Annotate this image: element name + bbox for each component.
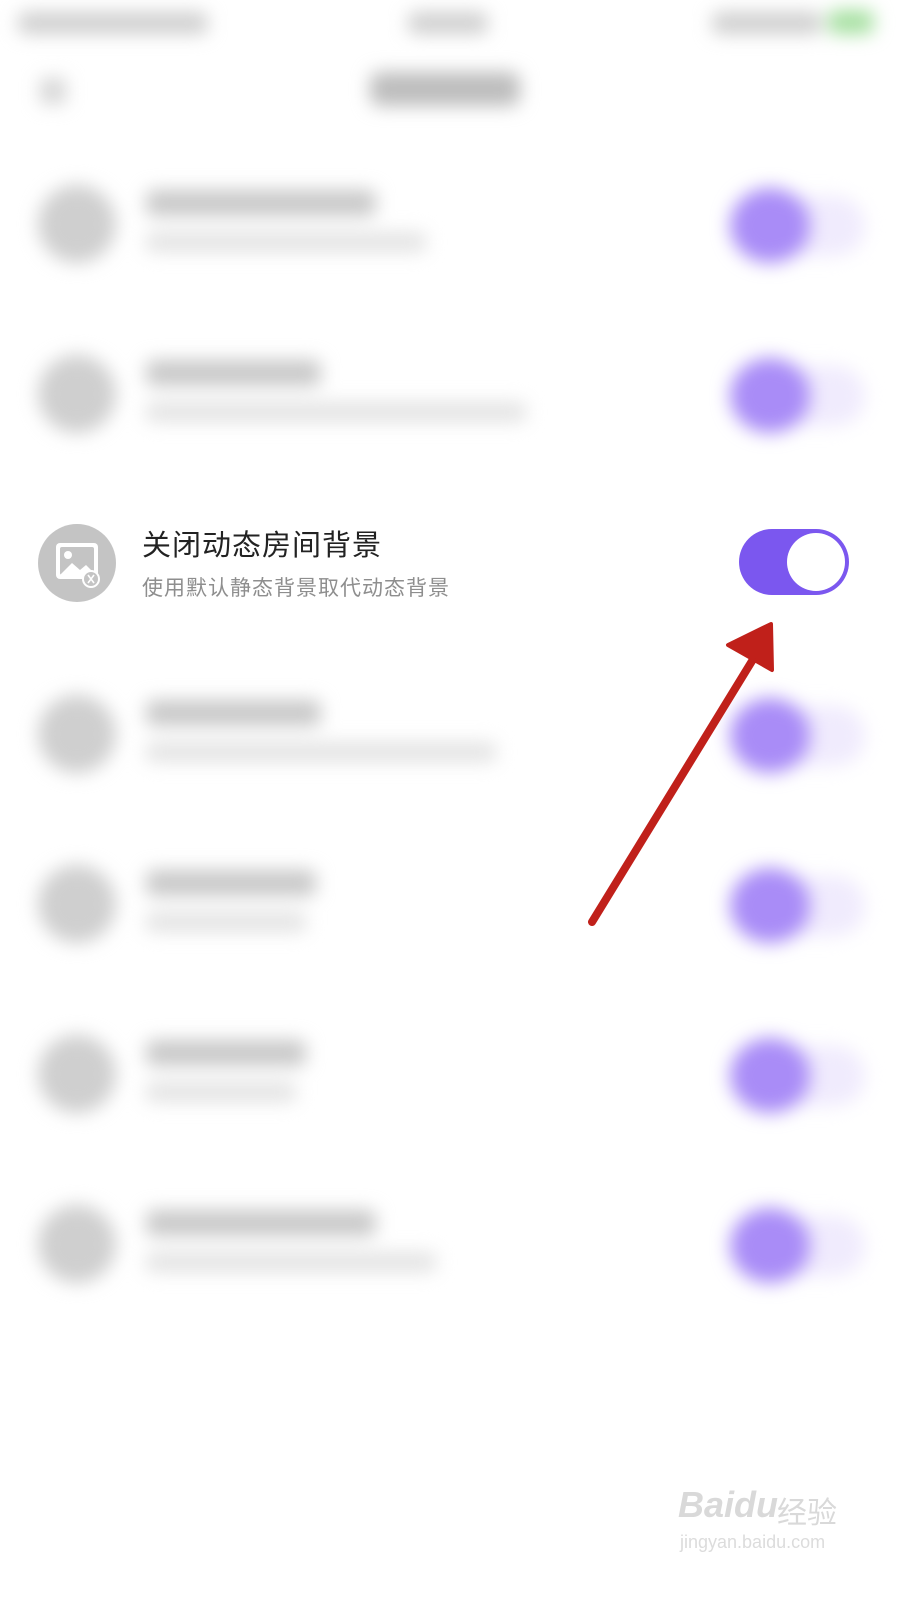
row-icon <box>38 185 116 263</box>
watermark-brand-cn: 经验 <box>777 1496 837 1531</box>
list-item[interactable] <box>0 1180 900 1310</box>
row-subtitle <box>146 232 426 252</box>
status-bar-time <box>408 12 488 34</box>
page-title <box>370 72 520 106</box>
toggle-switch[interactable] <box>730 358 810 433</box>
toggle-switch[interactable] <box>730 1208 810 1283</box>
toggle-switch[interactable] <box>730 868 810 943</box>
battery-icon <box>828 10 874 34</box>
row-subtitle <box>146 1082 296 1102</box>
toggle-switch[interactable] <box>730 698 810 773</box>
back-arrow-icon[interactable] <box>40 78 66 104</box>
watermark: Baidu 经验 jingyan.baidu.com <box>672 1470 872 1580</box>
row-title <box>146 870 316 896</box>
toggle-knob <box>787 533 845 591</box>
list-item[interactable] <box>0 670 900 800</box>
list-item[interactable] <box>0 160 900 290</box>
row-title <box>146 700 321 726</box>
list-item[interactable] <box>0 840 900 970</box>
list-item[interactable] <box>0 330 900 460</box>
row-icon <box>38 1205 116 1283</box>
setting-title: 关闭动态房间背景 <box>142 528 383 562</box>
toggle-switch[interactable] <box>730 188 810 263</box>
setting-row-dynamic-background[interactable]: 关闭动态房间背景 使用默认静态背景取代动态背景 <box>0 498 900 633</box>
status-bar-carrier <box>18 12 208 34</box>
status-bar-indicators <box>712 12 822 34</box>
row-icon <box>38 1035 116 1113</box>
row-icon <box>38 695 116 773</box>
row-subtitle <box>146 742 496 762</box>
watermark-brand: Baidu <box>678 1484 779 1525</box>
row-title <box>146 1210 376 1236</box>
row-title <box>146 190 376 216</box>
row-icon <box>38 865 116 943</box>
image-icon <box>38 524 116 602</box>
watermark-url: jingyan.baidu.com <box>680 1532 826 1552</box>
row-icon <box>38 355 116 433</box>
setting-subtitle: 使用默认静态背景取代动态背景 <box>142 576 450 600</box>
list-item[interactable] <box>0 1010 900 1140</box>
row-subtitle <box>146 402 526 422</box>
dynamic-background-toggle[interactable] <box>739 529 849 595</box>
status-bar <box>0 0 900 50</box>
row-title <box>146 1040 306 1066</box>
row-title <box>146 360 321 386</box>
row-subtitle <box>146 912 306 932</box>
toggle-switch[interactable] <box>730 1038 810 1113</box>
row-subtitle <box>146 1252 436 1272</box>
